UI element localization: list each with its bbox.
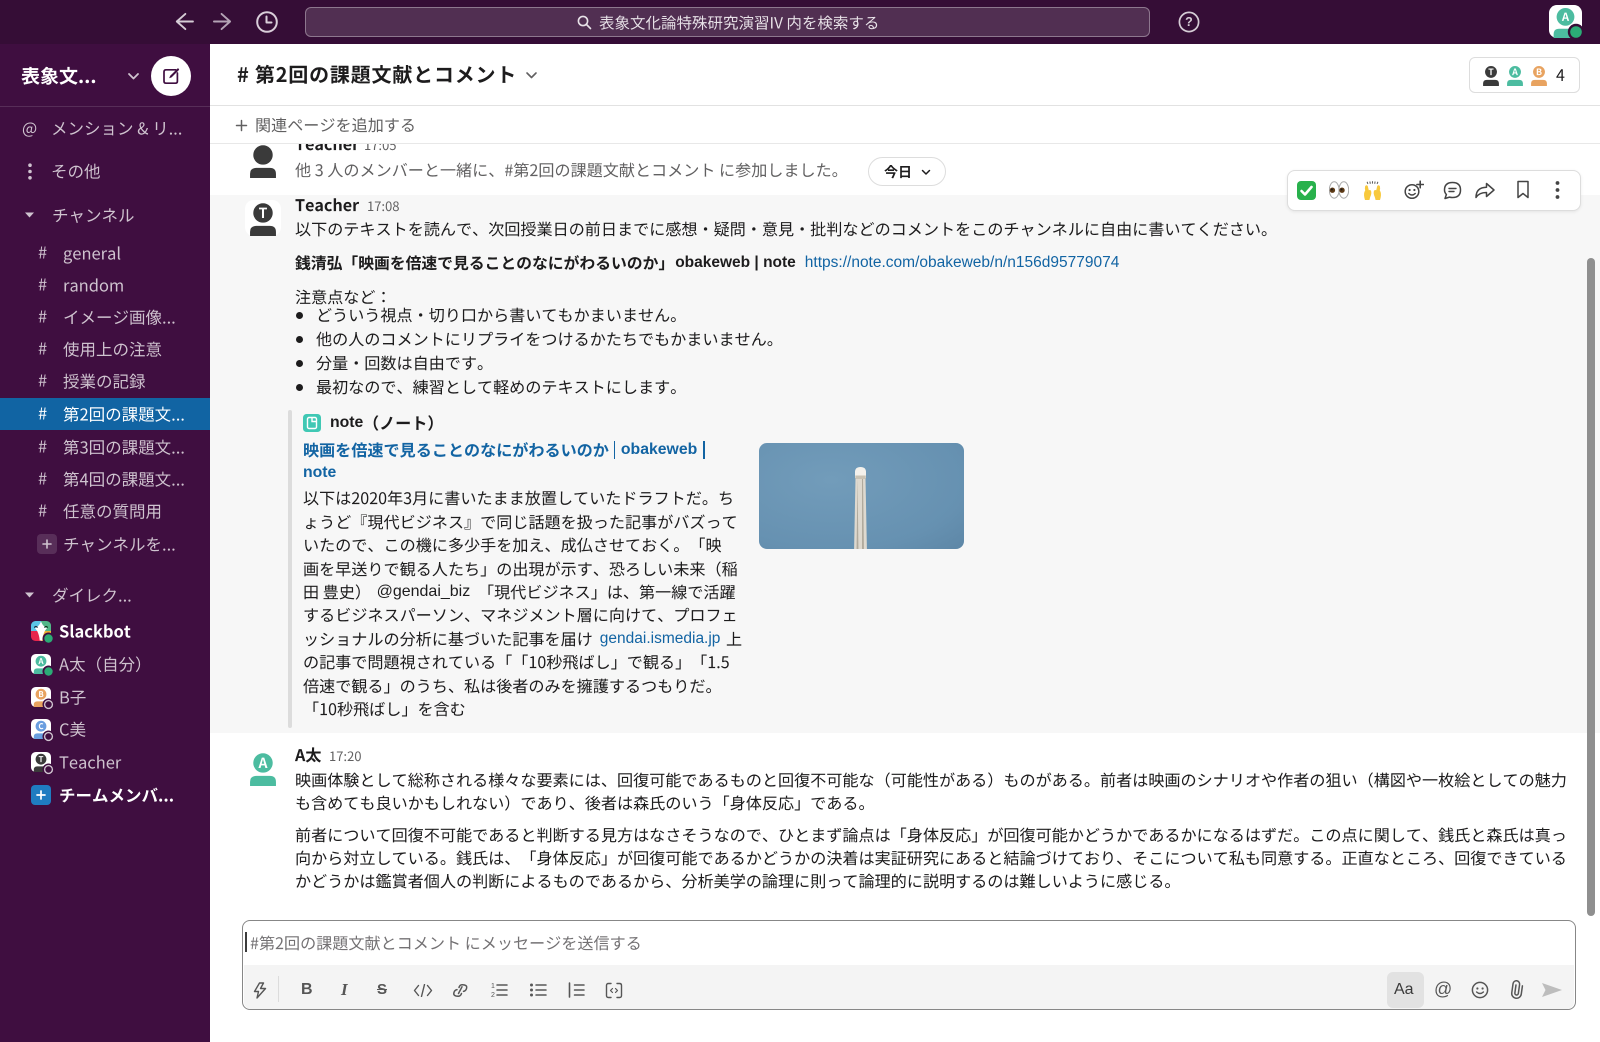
svg-text:2: 2 [491,992,495,998]
svg-text:1: 1 [491,983,495,990]
svg-text:?: ? [1185,15,1193,29]
